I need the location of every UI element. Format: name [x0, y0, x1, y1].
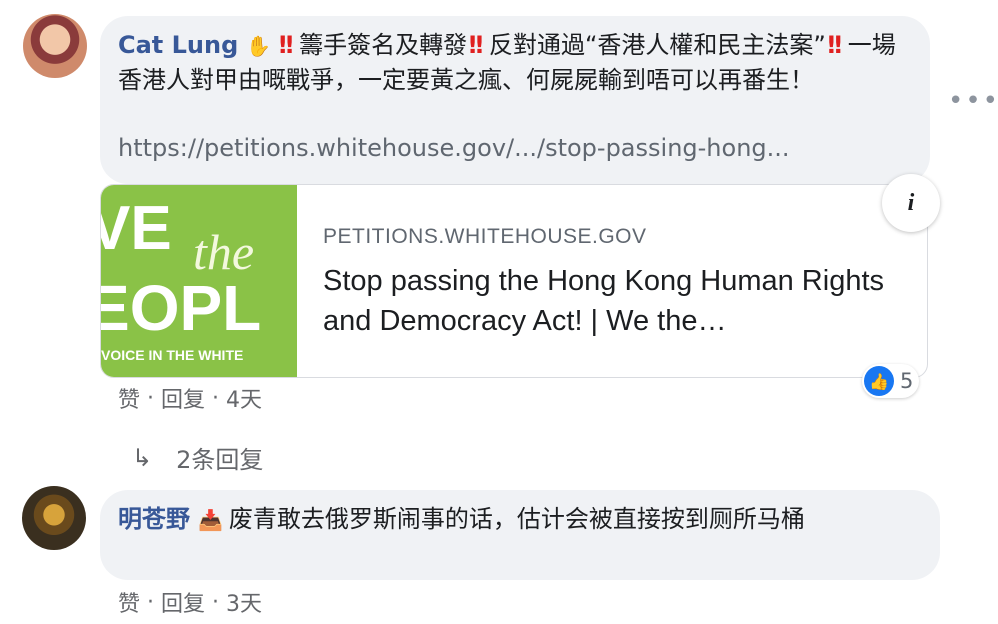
inbox-icon: 📥 — [198, 508, 223, 532]
timestamp[interactable]: 3天 — [226, 586, 262, 618]
separator: · — [212, 589, 220, 615]
reply-arrow-icon: ↳ — [132, 443, 153, 472]
avatar[interactable] — [22, 486, 86, 550]
wave-hand-icon: ✋ — [246, 34, 272, 58]
separator: · — [212, 385, 220, 411]
separator: · — [147, 385, 155, 411]
comment-body: 明苍野 📥 废青敢去俄罗斯闹事的话，估计会被直接按到厕所马桶 — [118, 502, 918, 537]
double-exclamation-icon: !! — [467, 31, 485, 59]
link-preview-card[interactable]: VE the EOPL VOICE IN THE WHITE PETITIONS… — [100, 184, 928, 378]
more-options-icon[interactable]: ••• — [948, 86, 998, 116]
comment-link[interactable]: https://petitions.whitehouse.gov/.../sto… — [118, 134, 898, 162]
separator: · — [147, 589, 155, 615]
preview-title[interactable]: Stop passing the Hong Kong Human Rights … — [323, 261, 903, 341]
preview-domain: PETITIONS.WHITEHOUSE.GOV — [323, 225, 647, 248]
preview-thumbnail: VE the EOPL VOICE IN THE WHITE — [101, 185, 297, 377]
like-link[interactable]: 赞 — [118, 382, 140, 414]
reply-link[interactable]: 回复 — [161, 586, 205, 618]
reply-link[interactable]: 回复 — [161, 382, 205, 414]
reaction-summary[interactable]: 👍 5 — [862, 364, 920, 398]
thumbnail-logo-text: VOICE IN THE WHITE — [101, 347, 244, 363]
comment-actions: 赞 · 回复 · 4天 — [118, 382, 262, 414]
double-exclamation-icon: !! — [277, 31, 295, 59]
thumbs-up-icon: 👍 — [864, 366, 894, 396]
replies-label[interactable]: 2条回复 — [176, 440, 263, 475]
view-replies[interactable]: ↳ 2条回复 — [132, 440, 263, 475]
timestamp[interactable]: 4天 — [226, 382, 262, 414]
like-link[interactable]: 赞 — [118, 586, 140, 618]
avatar[interactable] — [23, 14, 87, 78]
thumbnail-logo-text: EOPL — [101, 272, 262, 344]
comment-body: Cat Lung ✋!! 籌手簽名及轉發!! 反對通過“香港人權和民主法案”!! 一場香… — [118, 28, 918, 97]
reaction-count: 5 — [900, 369, 914, 393]
info-icon[interactable]: i — [882, 174, 940, 232]
double-exclamation-icon: !! — [825, 31, 844, 59]
comment-text-part: 籌手簽名及轉發 — [299, 31, 468, 59]
comment-author[interactable]: 明苍野 — [118, 505, 190, 533]
thumbnail-logo-text: VE — [101, 194, 172, 263]
comment-text-part: 反對通過“香港人權和民主法案” — [488, 31, 826, 59]
comment-author[interactable]: Cat Lung — [118, 31, 238, 59]
comment-actions: 赞 · 回复 · 3天 — [118, 586, 262, 618]
comment-text-part: 废青敢去俄罗斯闹事的话，估计会被直接按到厕所马桶 — [228, 505, 805, 533]
